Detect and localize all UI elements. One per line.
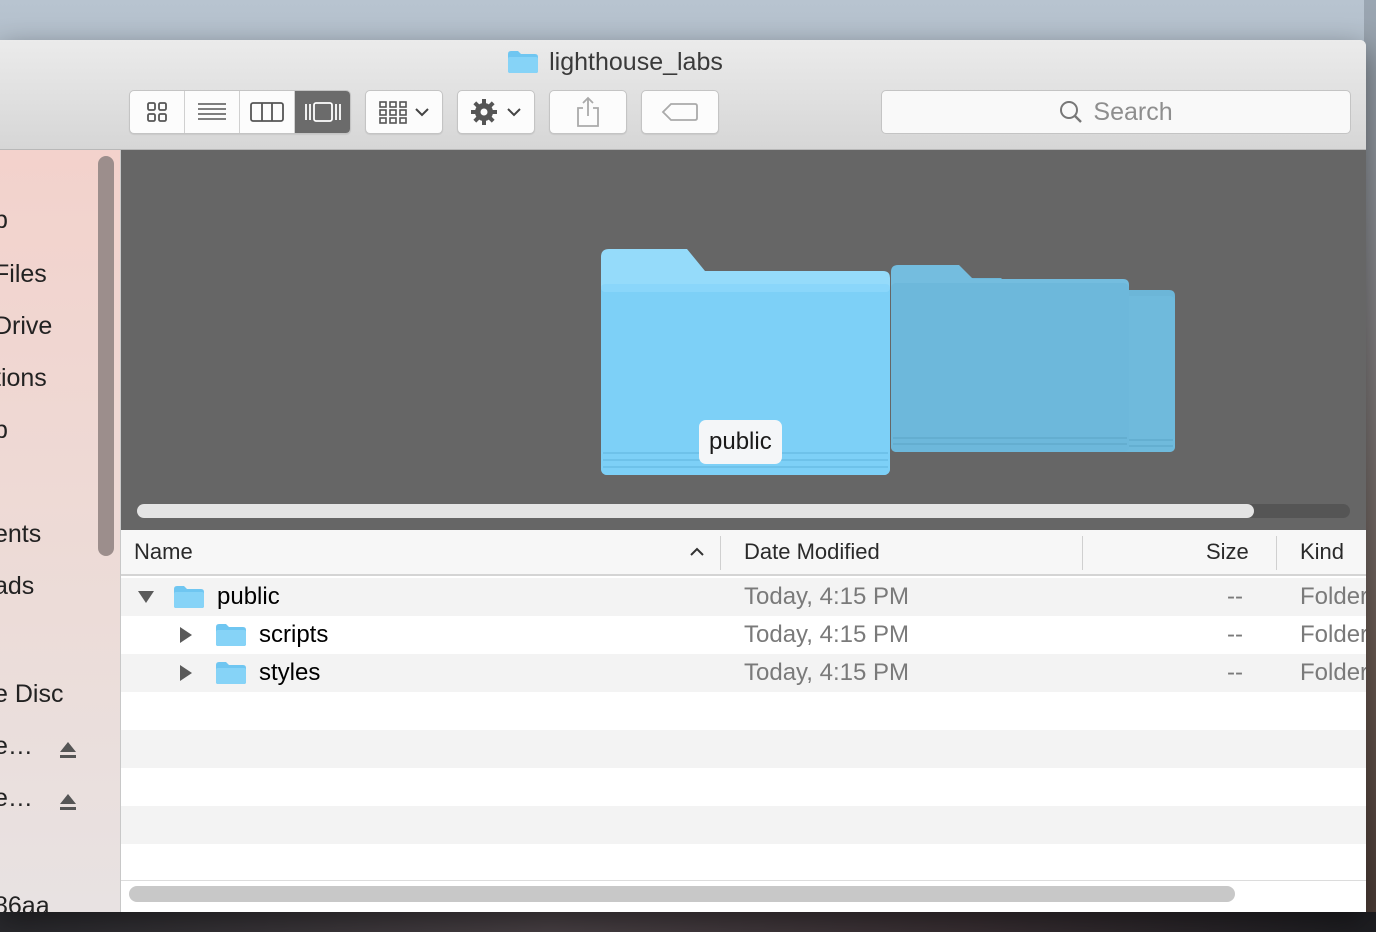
- folder-icon: [507, 50, 539, 81]
- grid-icon: [147, 102, 167, 122]
- sidebar-item[interactable]: 86aa: [0, 892, 50, 912]
- sidebar-item[interactable]: p: [0, 416, 8, 445]
- window-title-text: lighthouse_labs: [549, 48, 723, 76]
- folder-icon: [215, 616, 247, 654]
- tag-button[interactable]: [641, 90, 719, 134]
- empty-row: [121, 844, 1366, 882]
- table-row[interactable]: scripts Today, 4:15 PM -- Folder: [121, 616, 1366, 654]
- empty-row: [121, 806, 1366, 844]
- folder-icon: [215, 654, 247, 692]
- divider: [121, 880, 1366, 881]
- file-name: scripts: [259, 621, 329, 648]
- list-icon: [198, 103, 226, 120]
- file-date: Today, 4:15 PM: [744, 583, 909, 610]
- file-list: Name Date Modified Size Kind public Toda…: [121, 530, 1366, 912]
- search-field[interactable]: Search: [881, 90, 1351, 134]
- scrollbar-thumb[interactable]: [137, 504, 1254, 518]
- column-header-date[interactable]: Date Modified: [744, 530, 880, 574]
- sidebar-item[interactable]: ads: [0, 572, 34, 601]
- column-view-button[interactable]: [240, 91, 295, 133]
- list-horizontal-scrollbar[interactable]: [129, 886, 1235, 902]
- arrange-grid-icon: [379, 101, 407, 124]
- table-row[interactable]: styles Today, 4:15 PM -- Folder: [121, 654, 1366, 692]
- file-name: public: [217, 583, 280, 610]
- file-date: Today, 4:15 PM: [744, 621, 909, 648]
- sidebar-item[interactable]: tions: [0, 364, 47, 393]
- cover-flow-preview: [121, 150, 1366, 530]
- action-button[interactable]: [457, 90, 535, 134]
- column-header-kind[interactable]: Kind: [1300, 530, 1344, 574]
- share-button[interactable]: [549, 90, 627, 134]
- disclosure-triangle-closed-icon[interactable]: [179, 616, 193, 654]
- file-size: --: [1227, 659, 1243, 686]
- desktop-bottom: [0, 912, 1376, 932]
- sidebar-item[interactable]: Drive: [0, 312, 52, 341]
- search-icon: [1060, 101, 1083, 123]
- chevron-down-icon: [415, 108, 429, 117]
- sidebar-item[interactable]: e Disc: [0, 680, 63, 709]
- sort-ascending-icon: [690, 547, 704, 556]
- file-size: --: [1227, 583, 1243, 610]
- empty-row: [121, 768, 1366, 806]
- file-kind: Folder: [1300, 583, 1366, 610]
- column-divider[interactable]: [1082, 536, 1083, 570]
- sidebar-item[interactable]: e…: [0, 784, 33, 813]
- sidebar: p Files Drive tions p ents ads e Disc e……: [0, 150, 121, 912]
- share-icon: [577, 96, 599, 127]
- search-placeholder: Search: [1093, 97, 1173, 126]
- cover-flow-view-button[interactable]: [295, 91, 350, 133]
- arrange-button[interactable]: [365, 90, 443, 134]
- file-name: styles: [259, 659, 321, 686]
- view-switcher: [129, 90, 351, 134]
- file-date: Today, 4:15 PM: [744, 659, 909, 686]
- cover-flow-icon: [304, 102, 341, 122]
- disclosure-triangle-open-icon[interactable]: [137, 578, 155, 616]
- table-row[interactable]: public Today, 4:15 PM -- Folder: [121, 578, 1366, 616]
- chevron-down-icon: [507, 108, 521, 117]
- column-header-name[interactable]: Name: [134, 530, 714, 574]
- icon-view-button[interactable]: [130, 91, 185, 133]
- titlebar: lighthouse_labs Search: [0, 40, 1366, 150]
- window-title: lighthouse_labs: [0, 48, 1230, 81]
- list-view-button[interactable]: [185, 91, 240, 133]
- selected-item-label: public: [699, 420, 782, 464]
- sidebar-item[interactable]: p: [0, 206, 8, 235]
- tag-icon: [661, 103, 698, 121]
- column-divider[interactable]: [1276, 536, 1277, 570]
- empty-row: [121, 692, 1366, 730]
- cover-flow-scrollbar[interactable]: [137, 504, 1350, 518]
- folder-preview-middle[interactable]: [891, 265, 1129, 452]
- empty-row: [121, 730, 1366, 768]
- disclosure-triangle-closed-icon[interactable]: [179, 654, 193, 692]
- file-kind: Folder: [1300, 659, 1366, 686]
- folder-icon: [173, 578, 205, 616]
- list-header: Name Date Modified Size Kind: [121, 530, 1366, 576]
- columns-icon: [250, 102, 284, 122]
- file-size: --: [1227, 621, 1243, 648]
- file-kind: Folder: [1300, 621, 1366, 648]
- sidebar-scrollbar[interactable]: [98, 156, 114, 556]
- eject-icon[interactable]: [58, 740, 78, 765]
- column-header-size[interactable]: Size: [1206, 530, 1249, 574]
- finder-window: lighthouse_labs Search iles rive ions nt…: [0, 40, 1366, 912]
- eject-icon[interactable]: [58, 792, 78, 817]
- gear-icon: [471, 99, 497, 125]
- sidebar-item[interactable]: e…: [0, 732, 33, 761]
- column-divider[interactable]: [720, 536, 721, 570]
- sidebar-item[interactable]: ents: [0, 520, 41, 549]
- sidebar-item[interactable]: Files: [0, 260, 47, 289]
